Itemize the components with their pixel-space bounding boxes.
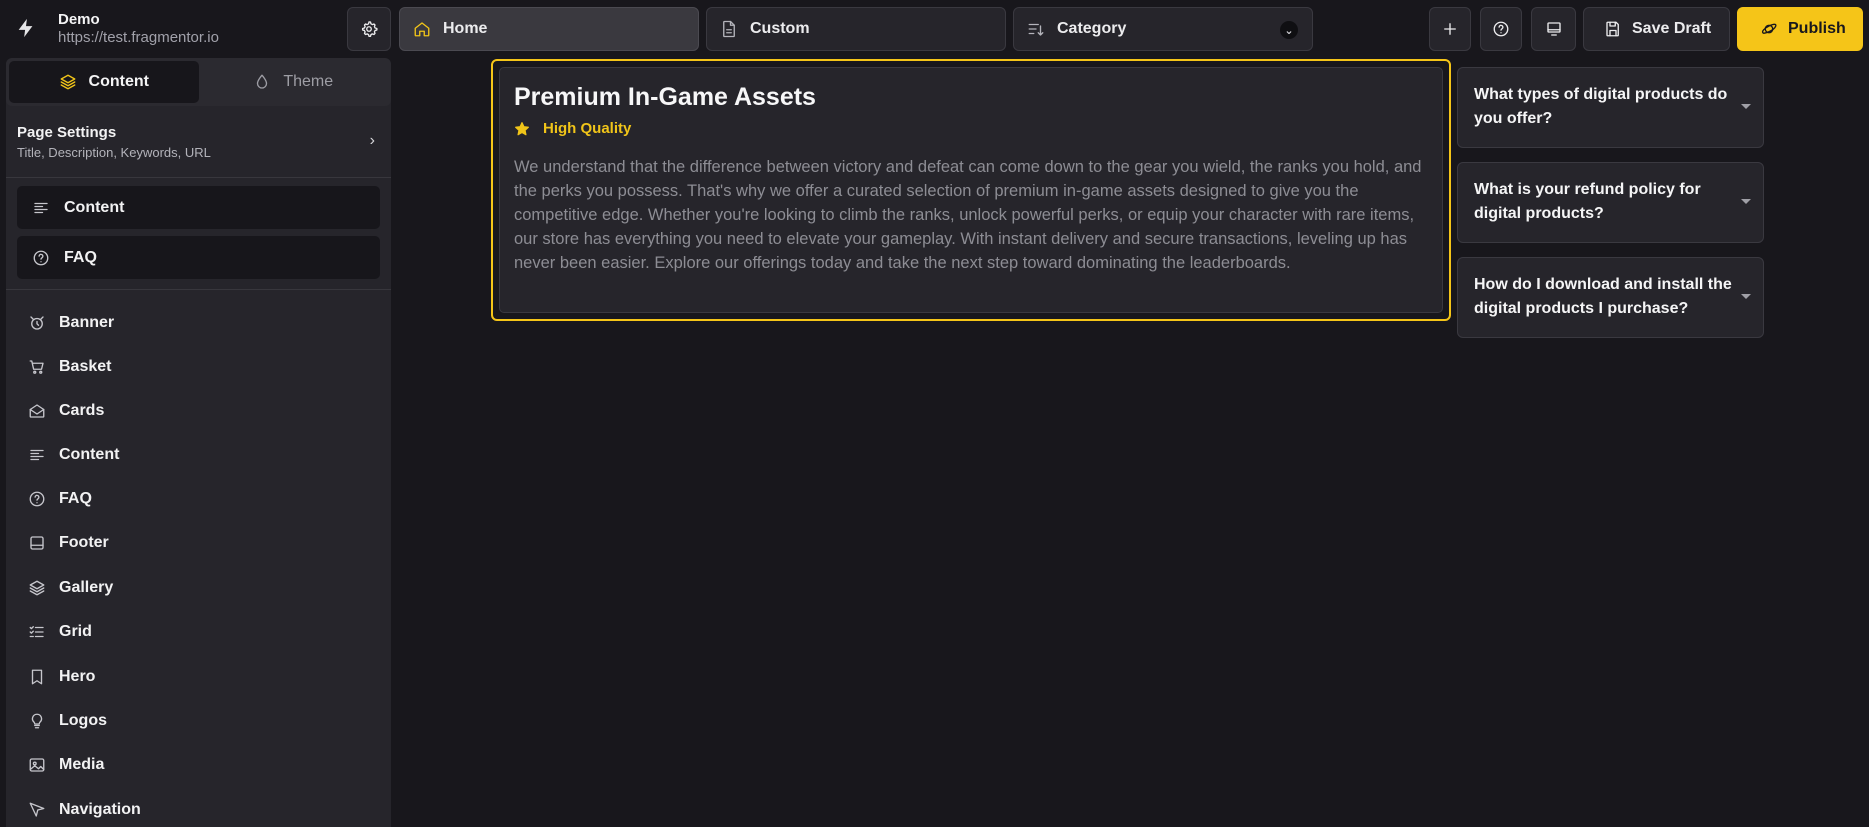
tab-custom-label: Custom	[750, 20, 810, 37]
component-label: Navigation	[59, 801, 141, 818]
component-cards[interactable]: Cards	[6, 391, 391, 431]
sidebar-divider	[6, 289, 391, 290]
caret-down-icon	[1741, 294, 1751, 299]
settings-button[interactable]	[347, 7, 391, 51]
tab-theme-label: Theme	[283, 73, 334, 90]
faq-item[interactable]: How do I download and install the digita…	[1457, 257, 1764, 338]
tab-category-label: Category	[1057, 20, 1127, 37]
star-icon	[514, 121, 530, 137]
bookmark-icon	[28, 668, 46, 686]
home-icon	[413, 20, 431, 38]
component-footer[interactable]: Footer	[6, 523, 391, 563]
tab-custom[interactable]: Custom	[706, 7, 1006, 51]
component-gallery[interactable]: Gallery	[6, 568, 391, 608]
save-draft-label: Save Draft	[1632, 20, 1712, 37]
component-label: Media	[59, 756, 105, 773]
faq-item[interactable]: What is your refund policy for digital p…	[1457, 162, 1764, 243]
caret-down-icon	[1741, 199, 1751, 204]
faq-question: How do I download and install the digita…	[1474, 276, 1732, 317]
section-item-label: FAQ	[64, 248, 97, 266]
component-grid[interactable]: Grid	[6, 612, 391, 652]
cart-icon	[28, 358, 46, 376]
faq-question: What types of digital products do you of…	[1474, 86, 1728, 127]
content-title: Premium In-Game Assets	[514, 83, 816, 111]
envelope-open-icon	[28, 402, 46, 420]
page-settings-title: Page Settings	[17, 124, 117, 141]
publish-button[interactable]: Publish	[1737, 7, 1863, 51]
component-logos[interactable]: Logos	[6, 701, 391, 741]
content-block: Premium In-Game Assets High Quality We u…	[499, 67, 1443, 313]
tab-category[interactable]: Category ⌄	[1013, 7, 1313, 51]
site-url[interactable]: https://test.fragmentor.io	[58, 29, 219, 46]
editor-sidebar: Content Theme Page Settings Title, Descr…	[6, 58, 391, 827]
faq-item[interactable]: What types of digital products do you of…	[1457, 67, 1764, 148]
component-navigation[interactable]: Navigation	[6, 790, 391, 827]
checklist-icon	[28, 623, 46, 641]
droplet-icon	[253, 73, 271, 91]
component-content[interactable]: Content	[6, 435, 391, 475]
component-label: Hero	[59, 668, 96, 685]
gear-icon	[360, 20, 378, 38]
help-circle-icon	[32, 249, 50, 267]
sidebar-mode-switch: Content Theme	[6, 58, 391, 106]
component-faq[interactable]: FAQ	[6, 479, 391, 519]
tab-home-label: Home	[443, 20, 488, 37]
file-icon	[720, 20, 738, 38]
image-icon	[28, 756, 46, 774]
plus-icon	[1430, 20, 1470, 38]
component-label: Grid	[59, 623, 92, 640]
publish-label: Publish	[1788, 20, 1846, 37]
layers-icon	[28, 579, 46, 597]
component-basket[interactable]: Basket	[6, 347, 391, 387]
component-label: FAQ	[59, 490, 92, 507]
component-label: Content	[59, 446, 120, 463]
section-item-label: Content	[64, 198, 125, 216]
section-item-content[interactable]: Content	[17, 186, 380, 229]
quality-badge: High Quality	[514, 120, 631, 137]
top-toolbar: Demo https://test.fragmentor.io Home Cus…	[0, 0, 1869, 58]
tab-content[interactable]: Content	[9, 61, 199, 103]
faq-question: What is your refund policy for digital p…	[1474, 181, 1701, 222]
caret-down-icon	[1741, 104, 1751, 109]
help-circle-icon	[1481, 20, 1521, 38]
chevron-right-icon[interactable]: ›	[370, 132, 375, 150]
help-circle-icon	[28, 490, 46, 508]
component-label: Gallery	[59, 579, 114, 596]
section-item-faq[interactable]: FAQ	[17, 236, 380, 279]
navigation-icon	[28, 801, 46, 819]
component-label: Cards	[59, 402, 105, 419]
add-page-button[interactable]	[1429, 7, 1471, 51]
page-settings-subtitle: Title, Description, Keywords, URL	[17, 145, 211, 160]
alarm-icon	[28, 314, 46, 332]
footer-icon	[28, 534, 46, 552]
site-name: Demo	[58, 11, 100, 28]
content-block-selected[interactable]: Premium In-Game Assets High Quality We u…	[491, 59, 1451, 321]
quality-badge-label: High Quality	[543, 120, 632, 137]
content-body: We understand that the difference betwee…	[514, 158, 1422, 272]
monitor-icon	[1532, 20, 1575, 38]
component-hero[interactable]: Hero	[6, 657, 391, 697]
bolt-icon	[15, 17, 37, 39]
component-label: Banner	[59, 314, 115, 331]
align-left-icon	[32, 199, 50, 217]
sort-icon	[1027, 20, 1045, 38]
tab-content-label: Content	[88, 73, 149, 90]
component-banner[interactable]: Banner	[6, 303, 391, 343]
component-media[interactable]: Media	[6, 745, 391, 785]
help-button[interactable]	[1480, 7, 1522, 51]
tab-home[interactable]: Home	[399, 7, 699, 51]
align-left-icon	[28, 446, 46, 464]
save-icon	[1604, 20, 1622, 38]
save-draft-button[interactable]: Save Draft	[1583, 7, 1730, 51]
component-label: Footer	[59, 534, 109, 551]
chevron-down-icon[interactable]: ⌄	[1280, 21, 1298, 39]
component-label: Logos	[59, 712, 107, 729]
device-preview-button[interactable]	[1531, 7, 1576, 51]
layers-icon	[59, 73, 77, 91]
tab-theme[interactable]: Theme	[199, 61, 389, 103]
planet-icon	[1760, 20, 1778, 38]
component-label: Basket	[59, 358, 112, 375]
lightbulb-icon	[28, 712, 46, 730]
